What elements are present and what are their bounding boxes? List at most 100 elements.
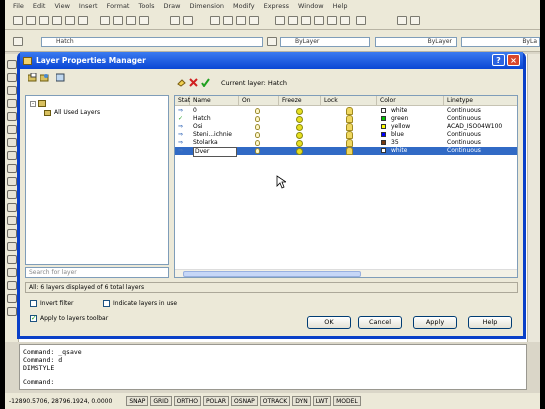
- layer-name[interactable]: Hatch: [193, 115, 237, 123]
- point-icon[interactable]: [7, 229, 17, 238]
- help-icon[interactable]: [356, 16, 366, 25]
- checkbox-box-checked[interactable]: ✓: [30, 315, 37, 322]
- new-layer-icon[interactable]: [177, 78, 186, 87]
- collapse-icon[interactable]: -: [30, 100, 36, 107]
- cancel-button[interactable]: Cancel: [358, 316, 402, 329]
- search-layer-input[interactable]: Search for layer: [25, 267, 169, 278]
- layer-name[interactable]: Steni...ichnie: [193, 131, 237, 139]
- region-icon[interactable]: [7, 268, 17, 277]
- layer-name[interactable]: Dver: [193, 147, 237, 157]
- layer-name[interactable]: Stolarka: [193, 139, 237, 147]
- vertical-scrollbar[interactable]: [527, 54, 540, 342]
- color-swatch[interactable]: [381, 140, 386, 145]
- horizontal-scrollbar[interactable]: [175, 269, 517, 277]
- matchprop-icon[interactable]: [139, 16, 149, 25]
- on-bulb-icon[interactable]: [255, 108, 260, 114]
- ellipse-icon[interactable]: [7, 177, 17, 186]
- pan-icon[interactable]: [210, 16, 220, 25]
- menu-window[interactable]: Window: [298, 2, 324, 10]
- lock-icon[interactable]: [346, 139, 353, 147]
- filter-tree[interactable]: - All Used Layers: [25, 95, 169, 265]
- hatch-icon[interactable]: [7, 242, 17, 251]
- layer-row[interactable]: ⇒ Stolarka 35 Continuous: [175, 139, 517, 147]
- cut-icon[interactable]: [100, 16, 110, 25]
- snap-toggle[interactable]: SNAP: [126, 396, 149, 406]
- column-header-stat[interactable]: Stat: [175, 96, 190, 106]
- checkbox-box[interactable]: [103, 300, 110, 307]
- menu-format[interactable]: Format: [107, 2, 130, 10]
- color-swatch[interactable]: [381, 108, 386, 113]
- layer-row[interactable]: ⇒ Steni...ichnie blue Continuous: [175, 131, 517, 139]
- polar-toggle[interactable]: POLAR: [202, 396, 230, 406]
- otrack-toggle[interactable]: OTRACK: [259, 396, 291, 406]
- color-combo[interactable]: ByLayer: [280, 37, 370, 47]
- circle-icon[interactable]: [7, 138, 17, 147]
- lock-icon[interactable]: [346, 147, 353, 155]
- column-header-freeze[interactable]: Freeze: [279, 96, 321, 106]
- redo-icon[interactable]: [183, 16, 193, 25]
- apply-button[interactable]: Apply: [413, 316, 457, 329]
- tree-root[interactable]: -: [30, 100, 46, 107]
- ortho-toggle[interactable]: ORTHO: [173, 396, 201, 406]
- layer-row[interactable]: ⇒ 0 white Continuous: [175, 107, 517, 115]
- make-block-icon[interactable]: [7, 216, 17, 225]
- dyn-toggle[interactable]: DYN: [292, 396, 311, 406]
- command-window[interactable]: Command: _qsave Command: d DIMSTYLE Comm…: [19, 344, 527, 390]
- tree-item-all-used[interactable]: All Used Layers: [44, 109, 100, 116]
- zoom-icon[interactable]: [223, 16, 233, 25]
- lwt-toggle[interactable]: LWT: [312, 396, 332, 406]
- set-current-icon[interactable]: [201, 78, 210, 87]
- arc-icon[interactable]: [7, 125, 17, 134]
- apply-toolbar-checkbox[interactable]: ✓ Apply to layers toolbar: [30, 315, 108, 322]
- color-name[interactable]: white: [391, 147, 407, 155]
- on-bulb-icon[interactable]: [255, 124, 260, 130]
- properties-icon[interactable]: [275, 16, 285, 25]
- color-swatch[interactable]: [381, 116, 386, 121]
- column-header-name[interactable]: Name: [190, 96, 239, 106]
- checkbox-box[interactable]: [30, 300, 37, 307]
- close-button[interactable]: ×: [507, 54, 520, 66]
- paste-icon[interactable]: [126, 16, 136, 25]
- grid-toggle[interactable]: GRID: [150, 396, 172, 406]
- preview-icon[interactable]: [65, 16, 75, 25]
- color-name[interactable]: 35: [391, 139, 399, 147]
- freeze-sun-icon[interactable]: [296, 116, 303, 123]
- freeze-sun-icon[interactable]: [296, 148, 303, 155]
- linetype-name[interactable]: Continuous: [447, 107, 517, 115]
- color-name[interactable]: yellow: [391, 123, 410, 131]
- zoom-window-icon[interactable]: [236, 16, 246, 25]
- spline-icon[interactable]: [7, 164, 17, 173]
- linetype-name[interactable]: ACAD_ISO04W100: [447, 123, 517, 131]
- save-icon[interactable]: [39, 16, 49, 25]
- help-button[interactable]: Help: [468, 316, 512, 329]
- color-name[interactable]: blue: [391, 131, 404, 139]
- linetype-name[interactable]: Continuous: [447, 139, 517, 147]
- on-bulb-icon[interactable]: [255, 140, 260, 146]
- menu-help[interactable]: Help: [333, 2, 348, 10]
- layer-name[interactable]: 0: [193, 107, 237, 115]
- freeze-sun-icon[interactable]: [296, 108, 303, 115]
- menu-draw[interactable]: Draw: [164, 2, 181, 10]
- menu-insert[interactable]: Insert: [79, 2, 98, 10]
- new-group-filter-icon[interactable]: [40, 73, 49, 82]
- menu-tools[interactable]: Tools: [138, 2, 154, 10]
- osnap-toggle[interactable]: OSNAP: [231, 396, 258, 406]
- undo-icon[interactable]: [170, 16, 180, 25]
- construction-line-icon[interactable]: [7, 73, 17, 82]
- color-swatch[interactable]: [381, 148, 386, 153]
- designcenter-icon[interactable]: [288, 16, 298, 25]
- layer-row[interactable]: ⇒ Dver white Continuous: [175, 147, 517, 157]
- layer-list[interactable]: Stat Name On Freeze Lock Color Linetype …: [174, 95, 518, 278]
- layer-row[interactable]: ⇒ Osi yellow ACAD_ISO04W100: [175, 123, 517, 131]
- command-prompt[interactable]: Command:: [23, 378, 526, 386]
- publish-icon[interactable]: [78, 16, 88, 25]
- line-icon[interactable]: [7, 60, 17, 69]
- indicate-layers-checkbox[interactable]: Indicate layers in use: [103, 300, 177, 307]
- lineweight-combo[interactable]: ByLa: [461, 37, 540, 47]
- help-title-button[interactable]: ?: [492, 54, 505, 66]
- copy-icon[interactable]: [113, 16, 123, 25]
- color-swatch[interactable]: [381, 124, 386, 129]
- ellipse-arc-icon[interactable]: [7, 190, 17, 199]
- rectangle-icon[interactable]: [7, 112, 17, 121]
- on-bulb-icon[interactable]: [255, 132, 260, 138]
